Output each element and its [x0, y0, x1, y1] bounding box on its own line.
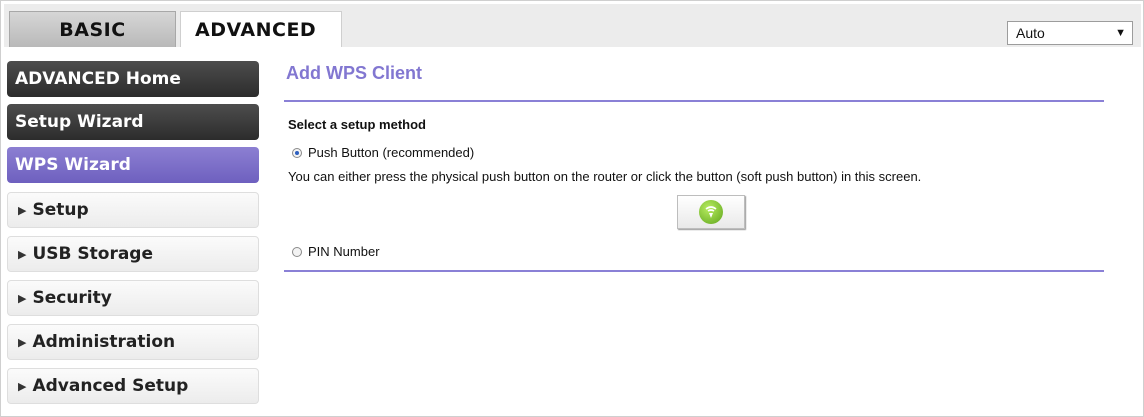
sidebar-item-wps-wizard[interactable]: WPS Wizard — [7, 147, 259, 183]
language-select-value: Auto — [1016, 25, 1045, 41]
push-button-radio[interactable] — [292, 147, 302, 158]
push-button-option[interactable]: Push Button (recommended) — [292, 145, 474, 160]
wps-push-icon — [699, 200, 723, 224]
section-label: Select a setup method — [288, 117, 426, 132]
push-button-description: You can either press the physical push b… — [288, 169, 922, 184]
sidebar-item-label: ADVANCED Home — [15, 69, 181, 89]
sidebar-item-label: Administration — [32, 332, 176, 352]
sidebar-item-label: Setup Wizard — [15, 112, 144, 132]
triangle-right-icon: ▶ — [18, 291, 27, 305]
language-select[interactable]: Auto ▼ — [1007, 21, 1133, 45]
title-divider — [284, 100, 1104, 102]
sidebar-item-setup[interactable]: ▶ Setup — [7, 192, 259, 228]
sidebar-item-usb-storage[interactable]: ▶ USB Storage — [7, 236, 259, 272]
pin-number-option[interactable]: PIN Number — [292, 244, 380, 259]
wps-push-button[interactable] — [677, 195, 745, 229]
push-button-option-label: Push Button (recommended) — [308, 145, 475, 160]
sidebar-item-administration[interactable]: ▶ Administration — [7, 324, 259, 360]
sidebar-item-label: USB Storage — [32, 244, 153, 264]
pin-number-option-label: PIN Number — [308, 244, 380, 259]
sidebar-item-setup-wizard[interactable]: Setup Wizard — [7, 104, 259, 140]
triangle-right-icon: ▶ — [18, 379, 27, 393]
triangle-right-icon: ▶ — [18, 203, 27, 217]
page-title: Add WPS Client — [286, 63, 422, 83]
sidebar-item-advanced-setup[interactable]: ▶ Advanced Setup — [7, 368, 259, 404]
pin-number-radio[interactable] — [292, 246, 302, 257]
chevron-down-icon: ▼ — [1115, 27, 1126, 39]
sidebar-item-label: WPS Wizard — [15, 155, 131, 175]
router-admin-frame: BASIC ADVANCED Auto ▼ ADVANCED Home Setu… — [0, 0, 1144, 417]
triangle-right-icon: ▶ — [18, 247, 27, 261]
bottom-divider — [284, 270, 1104, 272]
tab-advanced[interactable]: ADVANCED — [180, 11, 342, 47]
triangle-right-icon: ▶ — [18, 335, 27, 349]
sidebar-item-advanced-home[interactable]: ADVANCED Home — [7, 61, 259, 97]
top-tab-bar: BASIC ADVANCED Auto ▼ — [4, 4, 1141, 47]
sidebar-item-label: Setup — [32, 200, 89, 220]
sidebar-item-security[interactable]: ▶ Security — [7, 280, 259, 316]
sidebar-item-label: Advanced Setup — [32, 376, 189, 396]
sidebar-item-label: Security — [32, 288, 112, 308]
tab-basic[interactable]: BASIC — [9, 11, 176, 47]
